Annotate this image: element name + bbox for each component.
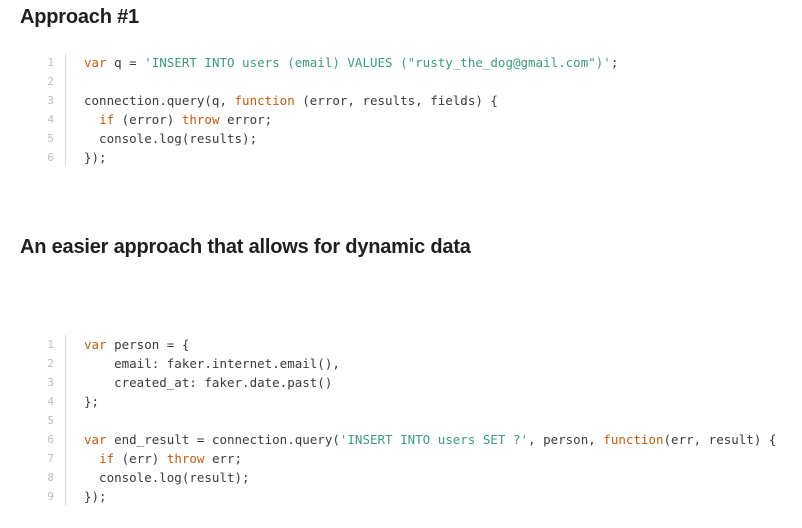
code-keyword: function xyxy=(603,432,664,447)
line-number: 5 xyxy=(36,129,66,148)
code-text: created_at: faker.date.past() xyxy=(66,373,332,392)
code-line: 6}); xyxy=(36,148,802,167)
code-text: }); xyxy=(66,487,107,506)
code-line: 1 var person = { xyxy=(36,335,802,354)
code-text: console.log(results); xyxy=(66,129,257,148)
code-line: 5 console.log(results); xyxy=(36,129,802,148)
code-token: }; xyxy=(84,394,100,409)
code-keyword: throw xyxy=(181,112,220,127)
code-block-approach-1: 1 var q = 'INSERT INTO users (email) VALU… xyxy=(36,53,802,167)
code-text: var q = 'INSERT INTO users (email) VALUE… xyxy=(66,53,618,72)
line-number: 8 xyxy=(36,468,66,487)
code-token: ; xyxy=(610,55,619,70)
code-line: 7 if (err) throw err; xyxy=(36,449,802,468)
code-text: var end_result = connection.query('INSER… xyxy=(66,430,776,449)
line-number: 1 xyxy=(36,53,66,72)
code-token: connection.query(q, xyxy=(84,93,235,108)
code-keyword: throw xyxy=(166,451,205,466)
code-keyword: var xyxy=(84,432,107,447)
code-token: , person, xyxy=(528,432,604,447)
code-text: if (err) throw err; xyxy=(66,449,242,468)
code-string: 'INSERT INTO users (email) VALUES ("rust… xyxy=(144,55,611,70)
line-number: 1 xyxy=(36,335,66,354)
code-line: 8 console.log(result); xyxy=(36,468,802,487)
code-token: person = { xyxy=(106,337,190,352)
line-number: 6 xyxy=(36,430,66,449)
code-line: 1 var q = 'INSERT INTO users (email) VALU… xyxy=(36,53,802,72)
code-keyword: var xyxy=(84,337,107,352)
code-token: (err, result) { xyxy=(663,432,777,447)
section-heading-dynamic-data: An easier approach that allows for dynam… xyxy=(20,236,471,258)
line-number: 5 xyxy=(36,411,66,430)
section-heading-approach-1: Approach #1 xyxy=(20,6,139,28)
line-number: 3 xyxy=(36,373,66,392)
code-block-dynamic-data: 1 var person = {2 email: faker.internet.e… xyxy=(36,335,802,506)
code-token: end_result = connection.query( xyxy=(106,432,340,447)
code-token: }); xyxy=(84,489,107,504)
code-keyword: if xyxy=(99,451,115,466)
code-text: connection.query(q, function (error, res… xyxy=(66,91,498,110)
code-line: 5 xyxy=(36,411,802,430)
code-token: err; xyxy=(204,451,243,466)
code-line: 4 if (error) throw error; xyxy=(36,110,802,129)
code-token: (error) xyxy=(114,112,182,127)
code-text: email: faker.internet.email(), xyxy=(66,354,340,373)
code-line: 6 var end_result = connection.query('INSE… xyxy=(36,430,802,449)
code-text: console.log(result); xyxy=(66,468,250,487)
code-line: 9}); xyxy=(36,487,802,506)
code-line: 4}; xyxy=(36,392,802,411)
code-token: created_at: faker.date.past() xyxy=(84,375,333,390)
code-token: email: faker.internet.email(), xyxy=(84,356,340,371)
code-keyword: function xyxy=(234,93,295,108)
code-token: console.log(result); xyxy=(84,470,250,485)
line-number: 9 xyxy=(36,487,66,506)
line-number: 4 xyxy=(36,110,66,129)
line-number: 2 xyxy=(36,354,66,373)
code-text: }); xyxy=(66,148,107,167)
line-number: 4 xyxy=(36,392,66,411)
code-token: }); xyxy=(84,150,107,165)
code-text: var person = { xyxy=(66,335,189,354)
line-number: 3 xyxy=(36,91,66,110)
code-line: 2 xyxy=(36,72,802,91)
line-number: 2 xyxy=(36,72,66,91)
code-string: 'INSERT INTO users SET ?' xyxy=(339,432,529,447)
code-token: error; xyxy=(219,112,273,127)
line-number: 6 xyxy=(36,148,66,167)
code-text: if (error) throw error; xyxy=(66,110,272,129)
code-keyword: var xyxy=(84,55,107,70)
code-text: }; xyxy=(66,392,99,411)
code-token: (err) xyxy=(114,451,167,466)
code-token: console.log(results); xyxy=(84,131,258,146)
code-line: 2 email: faker.internet.email(), xyxy=(36,354,802,373)
code-line: 3 connection.query(q, function (error, re… xyxy=(36,91,802,110)
code-token: q = xyxy=(106,55,145,70)
code-token: (error, results, fields) { xyxy=(294,93,498,108)
code-keyword: if xyxy=(99,112,115,127)
code-line: 3 created_at: faker.date.past() xyxy=(36,373,802,392)
line-number: 7 xyxy=(36,449,66,468)
